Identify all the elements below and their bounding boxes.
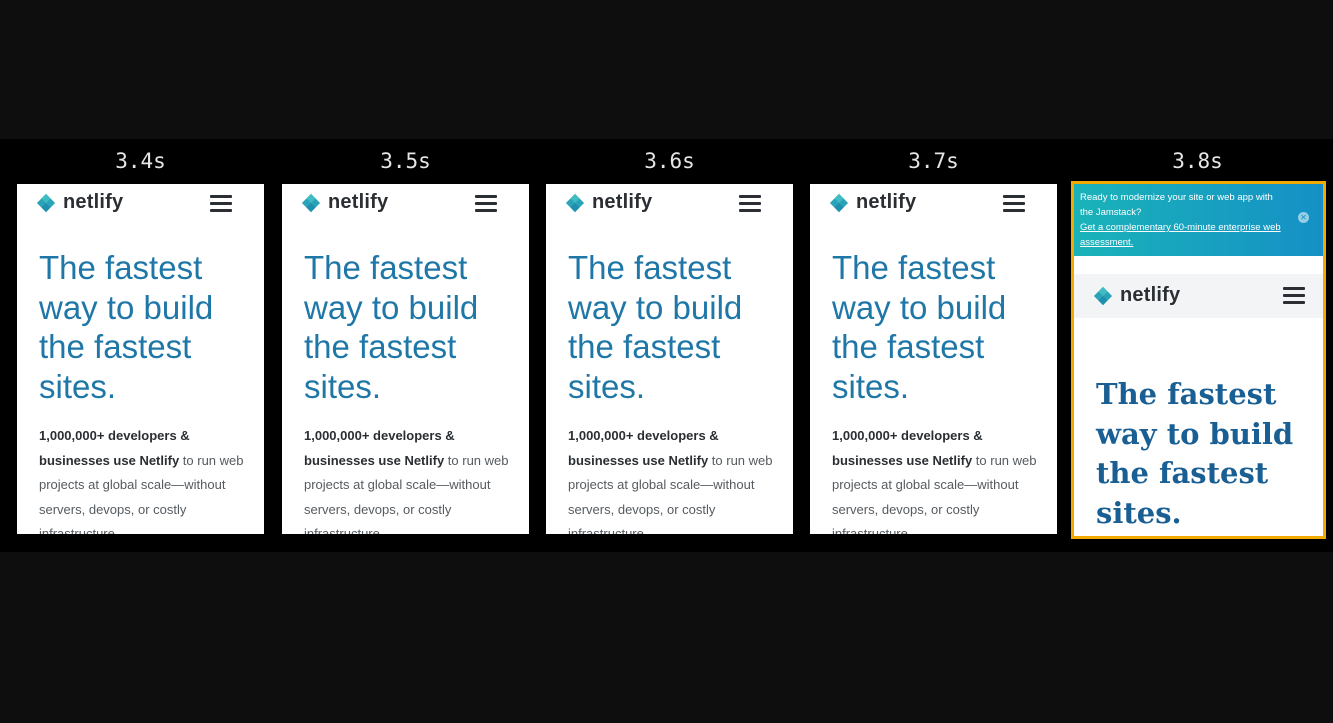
frame-thumbnail[interactable]: netlify The fastest way to build the fas… (546, 184, 793, 534)
close-icon[interactable]: ✕ (1298, 212, 1309, 223)
site-header: netlify (546, 184, 793, 224)
netlify-diamond-icon (1093, 286, 1113, 305)
hero-heading: The fastest way to build the fastest sit… (39, 249, 214, 405)
frame-thumbnail[interactable]: netlify The fastest way to build the fas… (810, 184, 1057, 534)
brand-name: netlify (328, 191, 389, 213)
menu-icon[interactable] (475, 195, 497, 213)
hero-heading: The fastest way to build the fastest sit… (304, 249, 479, 405)
site-header: netlify (1074, 274, 1323, 318)
banner-text: Ready to modernize your site or web app … (1080, 192, 1273, 218)
netlify-diamond-icon (829, 193, 849, 212)
brand-name: netlify (63, 191, 124, 213)
promo-banner: Ready to modernize your site or web app … (1074, 184, 1323, 256)
menu-icon[interactable] (210, 195, 232, 213)
netlify-logo[interactable]: netlify (828, 191, 916, 214)
brand-name: netlify (592, 191, 653, 213)
netlify-logo[interactable]: netlify (1092, 284, 1180, 307)
site-header: netlify (810, 184, 1057, 224)
desc-bold: 1,000,000+ developers & businesses use N… (832, 428, 983, 468)
hero-description: 1,000,000+ developers & businesses use N… (568, 424, 778, 534)
netlify-diamond-icon (36, 193, 56, 212)
menu-icon[interactable] (739, 195, 761, 213)
netlify-logo[interactable]: netlify (300, 191, 388, 214)
hero-description: 1,000,000+ developers & businesses use N… (832, 424, 1042, 534)
frame-thumbnail[interactable]: netlify The fastest way to build the fas… (17, 184, 264, 534)
desc-bold: 1,000,000+ developers & businesses use N… (39, 428, 190, 468)
hero-description: 1,000,000+ developers & businesses use N… (304, 424, 514, 534)
netlify-logo[interactable]: netlify (564, 191, 652, 214)
menu-icon[interactable] (1003, 195, 1025, 213)
desc-bold: 1,000,000+ developers & businesses use N… (304, 428, 455, 468)
site-header: netlify (282, 184, 529, 224)
frame-time-label: 3.6s (644, 149, 695, 173)
frame-time-label: 3.7s (908, 149, 959, 173)
brand-name: netlify (856, 191, 917, 213)
frame-thumbnail[interactable]: netlify The fastest way to build the fas… (282, 184, 529, 534)
banner-link[interactable]: Get a complementary 60-minute enterprise… (1080, 220, 1287, 250)
netlify-diamond-icon (301, 193, 321, 212)
hero-heading: The fastest way to build the fastest sit… (832, 249, 1007, 405)
hero-description: 1,000,000+ developers & businesses use N… (39, 424, 249, 534)
frame-time-label: 3.4s (115, 149, 166, 173)
menu-icon[interactable] (1283, 287, 1305, 305)
brand-name: netlify (1120, 284, 1181, 306)
frame-time-label: 3.8s (1172, 149, 1223, 173)
netlify-diamond-icon (565, 193, 585, 212)
hero-heading: The fastest way to build the fastest sit… (568, 249, 743, 405)
site-header: netlify (17, 184, 264, 224)
hero-heading: The fastest way to build the fastest sit… (1096, 377, 1294, 530)
desc-bold: 1,000,000+ developers & businesses use N… (568, 428, 719, 468)
frame-time-label: 3.5s (380, 149, 431, 173)
frame-selected[interactable]: Ready to modernize your site or web app … (1071, 181, 1326, 539)
netlify-logo[interactable]: netlify (35, 191, 123, 214)
